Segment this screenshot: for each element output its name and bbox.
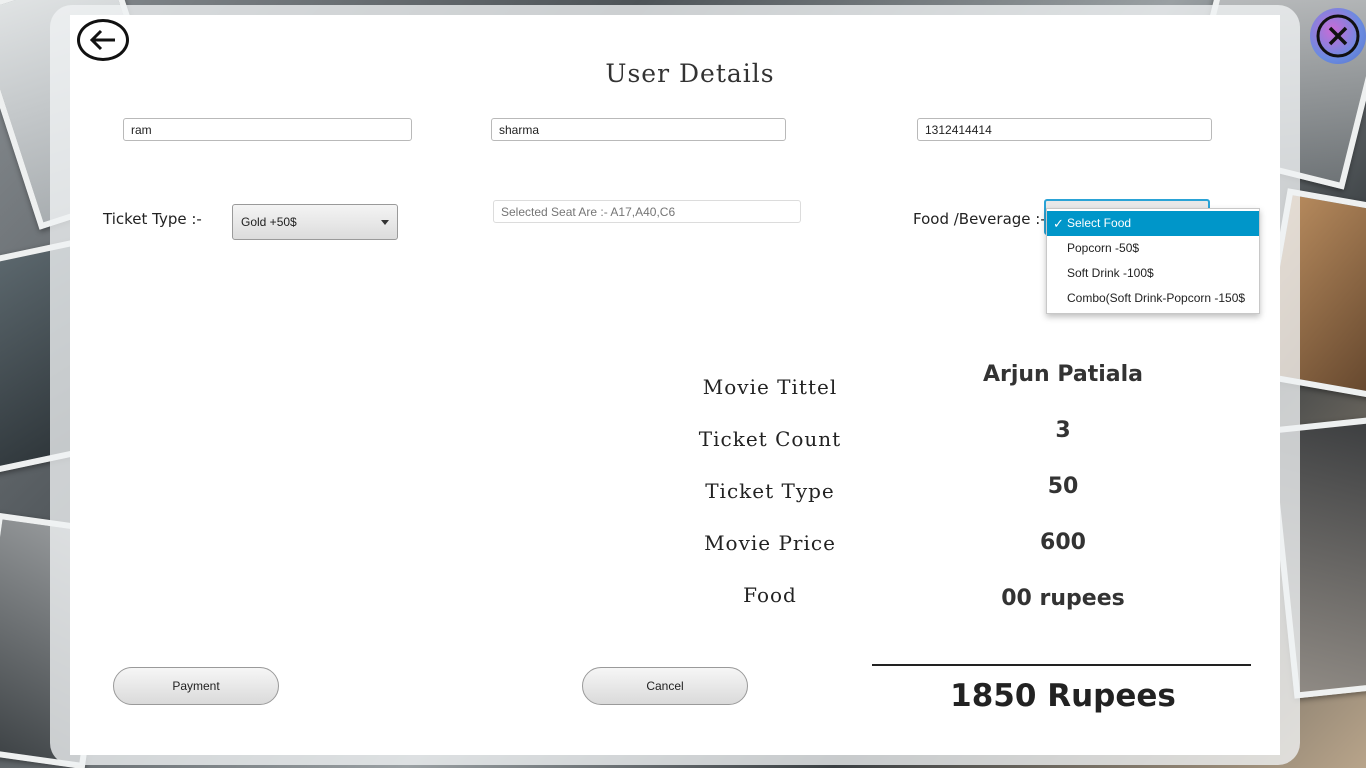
food-option-soft-drink[interactable]: Soft Drink -100$: [1047, 261, 1259, 286]
food-beverage-label: Food /Beverage :-: [913, 210, 1046, 228]
food-option-combo[interactable]: Combo(Soft Drink-Popcorn -150$: [1047, 286, 1259, 311]
movie-price-value: 600: [1040, 530, 1086, 555]
movie-title-label: Movie Tittel: [702, 375, 838, 399]
back-button[interactable]: [77, 19, 129, 61]
food-dropdown-list[interactable]: ✓ Select Food Popcorn -50$ Soft Drink -1…: [1046, 208, 1260, 314]
food-summary-value: 00 rupees: [1001, 586, 1125, 611]
payment-button[interactable]: Payment: [113, 667, 279, 705]
close-icon: [1316, 14, 1360, 58]
total-divider: [872, 664, 1251, 666]
phone-input[interactable]: [917, 118, 1212, 141]
ticket-type-summary-label: Ticket Type: [705, 479, 835, 503]
close-button[interactable]: [1310, 8, 1366, 64]
last-name-input[interactable]: [491, 118, 786, 141]
movie-title-value: Arjun Patiala: [982, 362, 1144, 387]
total-amount: 1850 Rupees: [950, 678, 1176, 714]
back-arrow-icon: [89, 29, 115, 51]
ticket-type-selected-value: Gold +50$: [241, 215, 297, 229]
ticket-count-label: Ticket Count: [698, 427, 842, 451]
chevron-down-icon: [381, 220, 389, 225]
checkmark-icon: ✓: [1053, 216, 1064, 231]
movie-price-label: Movie Price: [704, 531, 836, 555]
ticket-type-select[interactable]: Gold +50$: [232, 204, 398, 240]
food-option-select-food[interactable]: ✓ Select Food: [1047, 211, 1259, 236]
cancel-button[interactable]: Cancel: [582, 667, 748, 705]
ticket-count-value: 3: [1055, 418, 1071, 443]
selected-seats-field: [493, 200, 801, 223]
ticket-type-summary-value: 50: [1047, 474, 1079, 499]
food-option-popcorn[interactable]: Popcorn -50$: [1047, 236, 1259, 261]
page-title: User Details: [605, 59, 775, 88]
first-name-input[interactable]: [123, 118, 412, 141]
ticket-type-label: Ticket Type :-: [103, 210, 202, 228]
food-summary-label: Food: [743, 583, 797, 607]
